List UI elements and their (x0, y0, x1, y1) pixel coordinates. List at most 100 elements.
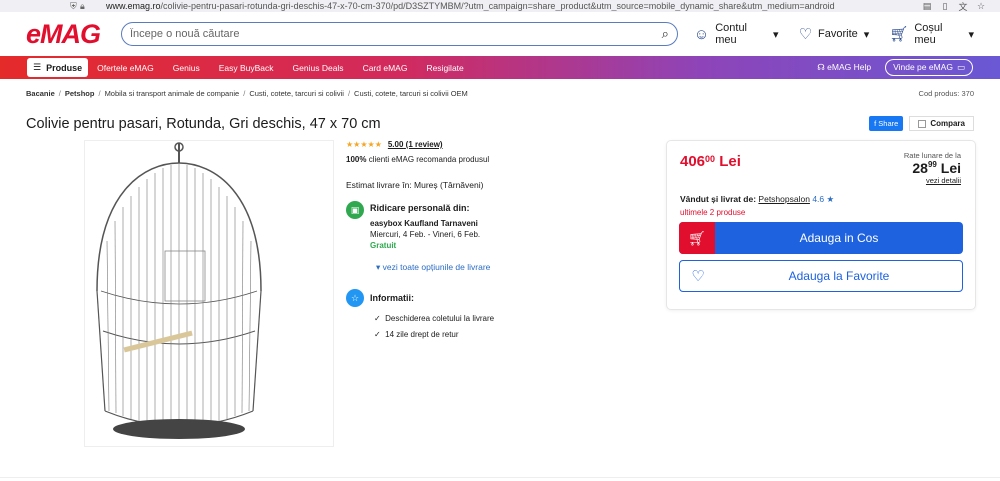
stock-status: ultimele 2 produse (680, 208, 746, 217)
nav-link[interactable]: Genius (173, 63, 200, 73)
product-code: Cod produs: 370 (918, 88, 974, 98)
sell-button[interactable]: Vinde pe eMAG ▭ (885, 59, 973, 76)
breadcrumb-item[interactable]: Custi, cotete, tarcuri si colivii (249, 89, 344, 98)
favorites-button[interactable]: ♡ Favorite ▾ (799, 25, 870, 43)
delivery-options-label: vezi toate opțiunile de livrare (382, 262, 491, 272)
shield-icon: ⛨ (70, 0, 77, 11)
user-icon: ☺ (693, 25, 710, 43)
sell-label: Vinde pe eMAG (893, 62, 953, 72)
emag-logo[interactable]: eMAG (26, 19, 121, 50)
nav-link[interactable]: Card eMAG (363, 63, 408, 73)
nav-link[interactable]: Genius Deals (293, 63, 344, 73)
url-text[interactable]: www.emag.ro/colivie-pentru-pasari-rotund… (106, 1, 918, 11)
chevron-down-icon: ▾ (773, 28, 779, 41)
info-item-label: 14 zile drept de retur (385, 330, 459, 339)
rating-value[interactable]: 5.00 (1 review) (388, 140, 443, 149)
recommendation: 100% clienti eMAG recomanda produsul (346, 155, 656, 164)
help-link[interactable]: ☊ eMAG Help (817, 62, 871, 73)
add-to-cart-label: Adauga in Cos (799, 231, 879, 245)
info-list: ✓ Deschiderea coletului la livrare ✓ 14 … (374, 314, 656, 339)
review-count: (1 review) (405, 140, 443, 149)
pickup-option: ▣ Ridicare personală din: easybox Kaufla… (346, 201, 656, 250)
page-title: Colivie pentru pasari, Rotunda, Gri desc… (26, 115, 381, 132)
account-button[interactable]: ☺ Contul meu ▾ (694, 22, 779, 46)
delivery-options-link[interactable]: ▾ vezi toate opțiunile de livrare (376, 262, 656, 273)
sold-by-label: Vândut și livrat de: (680, 194, 757, 204)
shop-icon: ▭ (956, 62, 965, 72)
search-input[interactable] (129, 28, 662, 40)
star-icon[interactable]: ☆ (972, 1, 990, 12)
facebook-share-button[interactable]: f Share (869, 116, 904, 131)
installment-currency: Lei (940, 160, 961, 176)
add-to-cart-button[interactable]: 🛒︎ Adauga in Cos (679, 222, 963, 254)
favorites-label: Favorite (818, 28, 858, 40)
rating-number: 5.00 (387, 140, 404, 149)
add-to-favorites-label: Adauga la Favorite (788, 269, 890, 283)
star-badge-icon: ☆ (346, 289, 364, 307)
bookmark-icon[interactable]: ▯ (936, 1, 954, 12)
headset-icon: ☊ (817, 62, 825, 72)
checkbox-icon (918, 119, 927, 128)
hamburger-icon: ☰ (33, 62, 42, 72)
reader-icon[interactable]: ▤ (918, 1, 936, 12)
pickup-price: Gratuit (370, 241, 397, 250)
breadcrumb-separator: / (347, 88, 351, 98)
price-currency: Lei (719, 153, 741, 170)
breadcrumb-item[interactable]: Bacanie (26, 89, 55, 98)
nav-link[interactable]: Resigilate (426, 63, 463, 73)
rating-row[interactable]: ★★★★★ 5.00 (1 review) (346, 140, 656, 149)
price: 40600 Lei (680, 153, 741, 170)
delivery-estimate[interactable]: Estimat livrare în: Mureș (Târnăveni) (346, 180, 656, 190)
compare-checkbox[interactable]: Compara (909, 116, 974, 131)
account-label: Contul meu (715, 22, 747, 46)
products-label: Produse (46, 62, 83, 73)
translate-icon[interactable]: 文 (954, 0, 972, 12)
info-item: ✓ Deschiderea coletului la livrare (374, 314, 656, 323)
breadcrumb-item[interactable]: Petshop (65, 89, 95, 98)
browser-url-bar[interactable]: ⛨ 🔒︎ www.emag.ro/colivie-pentru-pasari-r… (0, 0, 1000, 12)
rating-stars: ★★★★★ (346, 140, 382, 149)
check-icon: ✓ (374, 330, 381, 339)
check-icon: ✓ (374, 314, 381, 323)
add-to-favorites-button[interactable]: ♡ Adauga la Favorite (679, 260, 963, 292)
url-path: /colivie-pentru-pasari-rotunda-gri-desch… (160, 1, 835, 11)
nav-link[interactable]: Ofertele eMAG (97, 63, 154, 73)
breadcrumb: Bacanie / Petshop / Mobila si transport an… (0, 79, 1000, 107)
compare-label: Compara (930, 119, 965, 128)
search-icon[interactable]: ⌕ (662, 26, 669, 42)
seller-link[interactable]: Petshopsalon (758, 194, 810, 204)
chevron-down-icon: ▾ (863, 28, 870, 41)
birdcage-image (96, 142, 262, 439)
breadcrumb-item[interactable]: Custi, cotete, tarcuri si colivii OEM (354, 89, 468, 98)
recommend-text: clienti eMAG recomanda produsul (368, 155, 490, 164)
url-domain: www.emag.ro (106, 1, 161, 11)
header-nav: ☺ Contul meu ▾ ♡ Favorite ▾ 🛒︎ Coșul meu ▾ (694, 22, 974, 46)
installment-details-link[interactable]: vezi detalii (904, 176, 961, 185)
product-main: ★★★★★ 5.00 (1 review) 100% clienti eMAG … (0, 140, 1000, 470)
facebook-icon: f (874, 119, 877, 128)
seller-info: Vândut și livrat de: Petshopsalon 4.6 ★ (680, 194, 834, 205)
site-header: eMAG ⌕ ☺ Contul meu ▾ ♡ Favorite ▾ 🛒︎ Coșu… (0, 12, 1000, 56)
help-label: eMAG Help (827, 62, 872, 72)
price-int: 406 (680, 153, 706, 170)
lock-icon: 🔒︎ (80, 0, 85, 11)
nav-link[interactable]: Easy BuyBack (219, 63, 274, 73)
nav-right: ☊ eMAG Help Vinde pe eMAG ▭ (817, 59, 973, 76)
breadcrumb-separator: / (98, 88, 101, 98)
product-image[interactable] (84, 140, 334, 447)
installments: Rate lunare de la 2899 Lei vezi detalii (904, 151, 961, 185)
pickup-location: easybox Kaufland Tarnaveni (370, 219, 478, 228)
info-item: ✓ 14 zile drept de retur (374, 330, 656, 339)
buy-box: 40600 Lei Rate lunare de la 2899 Lei vez… (666, 140, 976, 310)
installment-price: 2899 Lei (904, 160, 961, 176)
cart-button[interactable]: 🛒︎ Coșul meu ▾ (889, 22, 974, 46)
products-menu-button[interactable]: ☰ Produse (27, 58, 89, 77)
info-title: Informatii: (370, 293, 414, 303)
installment-dec: 99 (927, 160, 937, 169)
breadcrumb-item[interactable]: Mobila si transport animale de companie (105, 89, 240, 98)
title-row: Colivie pentru pasari, Rotunda, Gri desc… (0, 107, 1000, 140)
installments-label: Rate lunare de la (903, 151, 961, 160)
info-item-label: Deschiderea coletului la livrare (385, 314, 495, 323)
pickup-dates: Miercuri, 4 Feb. - Vineri, 6 Feb. (370, 230, 481, 239)
search-bar[interactable]: ⌕ (120, 22, 678, 46)
